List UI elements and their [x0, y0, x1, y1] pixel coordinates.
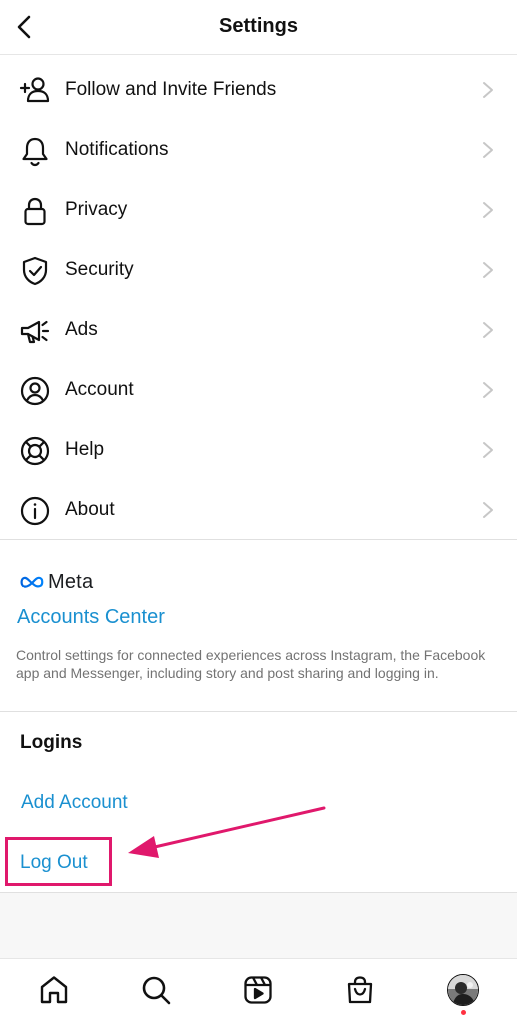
- chevron-right-icon: [483, 262, 493, 278]
- menu-item-follow-invite[interactable]: Follow and Invite Friends: [0, 60, 517, 120]
- logins-heading: Logins: [20, 732, 83, 753]
- menu-item-label: Help: [65, 439, 105, 460]
- menu-item-label: About: [65, 499, 115, 520]
- meta-logo-text: Meta: [48, 570, 94, 593]
- notification-dot: [461, 1010, 466, 1015]
- info-icon: [19, 495, 51, 527]
- bottom-tab-bar: [0, 958, 517, 1024]
- chevron-right-icon: [483, 322, 493, 338]
- menu-item-label: Account: [65, 379, 134, 400]
- home-icon: [40, 976, 68, 1004]
- chevron-right-icon: [483, 442, 493, 458]
- tab-search[interactable]: [139, 973, 173, 1007]
- menu-item-label: Privacy: [65, 199, 128, 220]
- menu-item-label: Notifications: [65, 139, 169, 160]
- chevron-right-icon: [483, 502, 493, 518]
- settings-menu: Follow and Invite Friends Notifications …: [0, 60, 517, 540]
- chevron-right-icon: [483, 202, 493, 218]
- log-out-button[interactable]: Log Out: [20, 852, 88, 874]
- bell-icon: [19, 135, 51, 167]
- lock-icon: [19, 195, 51, 227]
- lifebuoy-icon: [19, 435, 51, 467]
- tab-shop[interactable]: [343, 973, 377, 1007]
- menu-item-label: Ads: [65, 319, 98, 340]
- user-circle-icon: [19, 375, 51, 407]
- chevron-right-icon: [483, 382, 493, 398]
- search-icon: [142, 976, 171, 1005]
- add-person-icon: [19, 75, 51, 107]
- menu-item-security[interactable]: Security: [0, 240, 517, 300]
- chevron-right-icon: [483, 82, 493, 98]
- menu-item-ads[interactable]: Ads: [0, 300, 517, 360]
- header: Settings: [0, 0, 517, 55]
- megaphone-icon: [19, 315, 51, 347]
- menu-item-help[interactable]: Help: [0, 420, 517, 480]
- shop-icon: [347, 976, 373, 1004]
- section-divider: [0, 539, 517, 540]
- page-title: Settings: [219, 15, 298, 37]
- section-divider: [0, 711, 517, 712]
- reels-icon: [244, 976, 272, 1004]
- tab-reels[interactable]: [241, 973, 275, 1007]
- meta-logo: Meta: [20, 569, 93, 595]
- menu-item-label: Follow and Invite Friends: [65, 79, 277, 100]
- menu-item-notifications[interactable]: Notifications: [0, 120, 517, 180]
- accounts-center-description: Control settings for connected experienc…: [16, 647, 486, 681]
- menu-item-account[interactable]: Account: [0, 360, 517, 420]
- shield-check-icon: [19, 255, 51, 287]
- accounts-center-link[interactable]: Accounts Center: [17, 606, 165, 629]
- profile-avatar: [447, 974, 479, 1006]
- annotation-arrow: [128, 806, 326, 858]
- menu-item-label: Security: [65, 259, 134, 280]
- menu-item-privacy[interactable]: Privacy: [0, 180, 517, 240]
- chevron-right-icon: [483, 142, 493, 158]
- meta-infinity-icon: [20, 576, 44, 588]
- empty-area: [0, 893, 517, 958]
- add-account-button[interactable]: Add Account: [21, 792, 128, 814]
- tab-profile[interactable]: [446, 973, 480, 1007]
- tab-home[interactable]: [37, 973, 71, 1007]
- menu-item-about[interactable]: About: [0, 480, 517, 540]
